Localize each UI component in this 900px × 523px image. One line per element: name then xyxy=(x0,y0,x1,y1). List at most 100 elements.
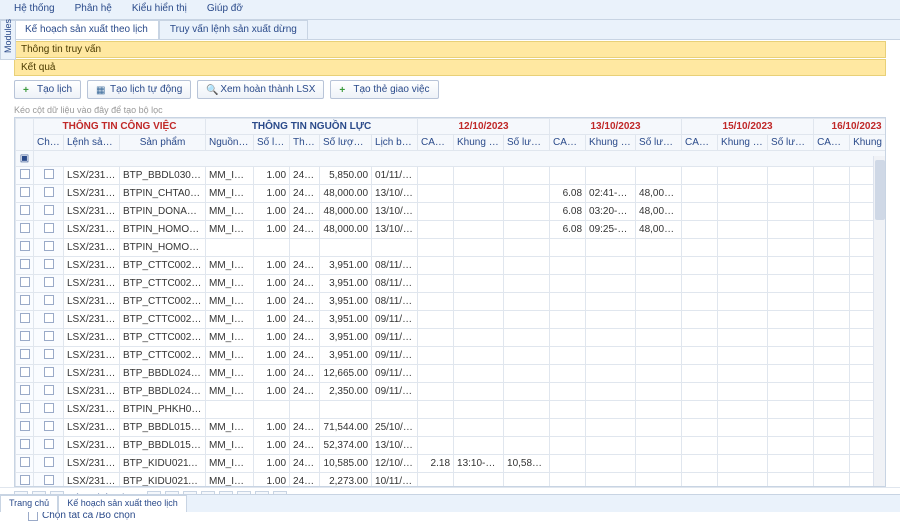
menu-phanhe[interactable]: Phân hệ xyxy=(65,0,122,19)
table-row[interactable]: LSX/2310/304BTPIN_PHKH0037H_001 xyxy=(16,401,887,419)
col-group-d2[interactable]: 15/10/2023 xyxy=(682,119,814,135)
col-group-d3[interactable]: 16/10/2023 xyxy=(814,119,886,135)
col-slg-1[interactable]: Số lượng xyxy=(636,135,682,151)
btn-xemhoanthanh[interactable]: 🔍Xem hoàn thành LSX xyxy=(197,80,324,99)
row-expand[interactable] xyxy=(20,313,30,323)
row-checkbox[interactable] xyxy=(44,457,54,467)
row-checkbox[interactable] xyxy=(44,277,54,287)
tab-kehoach[interactable]: Kế hoạch sản xuất theo lịch xyxy=(14,20,159,39)
table-row[interactable]: LSX/2310/279BTP_CTTC0025_001MM_INTD31.00… xyxy=(16,347,887,365)
col-group-nguonluc[interactable]: THÔNG TIN NGUỒN LỰC xyxy=(206,119,418,135)
col-slg-2[interactable]: Số lượng xyxy=(768,135,814,151)
tab-truyvan[interactable]: Truy vấn lệnh sản xuất dừng xyxy=(159,20,308,39)
doc-tabbar: Kế hoạch sản xuất theo lịch Truy vấn lện… xyxy=(14,20,900,40)
row-expand[interactable] xyxy=(20,403,30,413)
table-row[interactable]: LSX/2310/271BTPIN_DONA0001_001MM_INTD11.… xyxy=(16,203,887,221)
row-expand[interactable] xyxy=(20,385,30,395)
col-kg-3[interactable]: Khung giờ xyxy=(850,135,886,151)
table-row[interactable]: LSX/2310/272BTPIN_HOMO0004_001MM_INTD11.… xyxy=(16,221,887,239)
row-checkbox[interactable] xyxy=(44,169,54,179)
row-expand[interactable] xyxy=(20,205,30,215)
row-expand[interactable] xyxy=(20,457,30,467)
row-checkbox[interactable] xyxy=(44,331,54,341)
row-expand[interactable] xyxy=(20,421,30,431)
col-group-congviec[interactable]: THÔNG TIN CÔNG VIỆC xyxy=(34,119,206,135)
col-cap-3[interactable]: CAP (h) xyxy=(814,135,850,151)
btab-kehoach[interactable]: Kế hoạch sản xuất theo lịch xyxy=(58,495,187,512)
row-expand[interactable] xyxy=(20,223,30,233)
table-row[interactable]: LSX/2310/260BTP_BBDL0302T_001MM_INTD21.0… xyxy=(16,167,887,185)
menu-giupdo[interactable]: Giúp đỡ xyxy=(197,0,253,19)
row-expand[interactable] xyxy=(20,295,30,305)
btn-taothe[interactable]: +Tạo thẻ giao việc xyxy=(330,80,438,99)
col-cap-0[interactable]: CAP (h) xyxy=(418,135,454,151)
col-kg-2[interactable]: Khung giờ xyxy=(718,135,768,151)
col-lbd[interactable]: Lịch bắt đầu xyxy=(372,135,418,151)
row-checkbox[interactable] xyxy=(44,259,54,269)
panel-ketqua[interactable]: Kết quả xyxy=(14,59,886,76)
row-expand[interactable] xyxy=(20,475,30,485)
table-row[interactable]: LSX/2310/342BTP_KIDU0211D_001MM_INTD31.0… xyxy=(16,473,887,488)
row-checkbox[interactable] xyxy=(44,421,54,431)
btn-taolich-tudong[interactable]: ▦Tạo lịch tự động xyxy=(87,80,191,99)
menu-hethong[interactable]: Hệ thống xyxy=(4,0,65,19)
select-all-checkbox[interactable] xyxy=(28,511,38,521)
calendar-icon: ▦ xyxy=(96,85,106,95)
menu-kieuhienthi[interactable]: Kiểu hiển thị xyxy=(122,0,197,19)
table-row[interactable]: LSX/2310/277BTP_CTTC0023_001MM_INTD31.00… xyxy=(16,311,887,329)
col-sl[interactable]: Số lượng xyxy=(254,135,290,151)
col-cap-1[interactable]: CAP (h) xyxy=(550,135,586,151)
panel-thongtintruyvan[interactable]: Thông tin truy vấn xyxy=(14,41,886,58)
col-group-d1[interactable]: 13/10/2023 xyxy=(550,119,682,135)
row-expand[interactable] xyxy=(20,349,30,359)
groupby-hint[interactable]: Kéo cột dữ liệu vào đây để tạo bộ lọc xyxy=(0,103,900,117)
row-expand[interactable] xyxy=(20,277,30,287)
row-checkbox[interactable] xyxy=(44,403,54,413)
row-checkbox[interactable] xyxy=(44,313,54,323)
table-row[interactable]: LSX/2310/275BTP_CTTC0021_001MM_INTD31.00… xyxy=(16,275,887,293)
row-expand[interactable] xyxy=(20,439,30,449)
row-checkbox[interactable] xyxy=(44,385,54,395)
col-chon[interactable]: Chọn xyxy=(34,135,64,151)
col-nl[interactable]: Nguồn lực xyxy=(206,135,254,151)
btab-trangchu[interactable]: Trang chủ xyxy=(0,495,58,512)
col-group-d0[interactable]: 12/10/2023 xyxy=(418,119,550,135)
modules-side-tab[interactable]: Modules xyxy=(0,20,16,60)
row-expand[interactable] xyxy=(20,241,30,251)
table-row[interactable]: LSX/2310/269BTPIN_CHTA0003_001MM_INTD41.… xyxy=(16,185,887,203)
table-row[interactable]: LSX/2310/286BTP_BBDL0242V_001MM_INTD31.0… xyxy=(16,383,887,401)
table-row[interactable]: LSX/2310/340BTP_KIDU0211T_001MM_INTD11.0… xyxy=(16,455,887,473)
row-checkbox[interactable] xyxy=(44,241,54,251)
row-checkbox[interactable] xyxy=(44,223,54,233)
table-row[interactable]: LSX/2310/273BTPIN_HOMO0083_001 xyxy=(16,239,887,257)
row-expand[interactable] xyxy=(20,331,30,341)
row-checkbox[interactable] xyxy=(44,367,54,377)
col-kg-1[interactable]: Khung giờ xyxy=(586,135,636,151)
row-checkbox[interactable] xyxy=(44,349,54,359)
col-kg-0[interactable]: Khung giờ xyxy=(454,135,504,151)
row-checkbox[interactable] xyxy=(44,295,54,305)
row-checkbox[interactable] xyxy=(44,439,54,449)
table-row[interactable]: LSX/2310/276BTP_CTTC0022_001MM_INTD31.00… xyxy=(16,293,887,311)
btn-taolich[interactable]: +Tạo lịch xyxy=(14,80,81,99)
col-tg[interactable]: Thời … xyxy=(290,135,320,151)
row-checkbox[interactable] xyxy=(44,205,54,215)
row-checkbox[interactable] xyxy=(44,475,54,485)
row-expand[interactable] xyxy=(20,169,30,179)
table-row[interactable]: LSX/2310/332BTP_BBDL0153T_001MM_INTD21.0… xyxy=(16,437,887,455)
row-expand[interactable] xyxy=(20,259,30,269)
table-row[interactable]: LSX/2310/307BTP_BBDL0150T_001MM_INTD21.0… xyxy=(16,419,887,437)
row-expand[interactable] xyxy=(20,367,30,377)
table-row[interactable]: LSX/2310/278BTP_CTTC0024_001MM_INTD31.00… xyxy=(16,329,887,347)
filter-handle[interactable]: ▣ xyxy=(16,151,34,167)
col-cap-2[interactable]: CAP (h) xyxy=(682,135,718,151)
row-checkbox[interactable] xyxy=(44,187,54,197)
col-sp[interactable]: Sản phẩm xyxy=(120,135,206,151)
table-row[interactable]: LSX/2310/274BTP_CTTC0020_001MM_INTD31.00… xyxy=(16,257,887,275)
row-expand[interactable] xyxy=(20,187,30,197)
col-lsx[interactable]: Lệnh sản xuất xyxy=(64,135,120,151)
vertical-scrollbar[interactable] xyxy=(873,156,885,486)
col-sll[interactable]: Số lượng Lịch xyxy=(320,135,372,151)
table-row[interactable]: LSX/2310/285BTP_BBDL0243H_001MM_INTD31.0… xyxy=(16,365,887,383)
col-slg-0[interactable]: Số lượng xyxy=(504,135,550,151)
